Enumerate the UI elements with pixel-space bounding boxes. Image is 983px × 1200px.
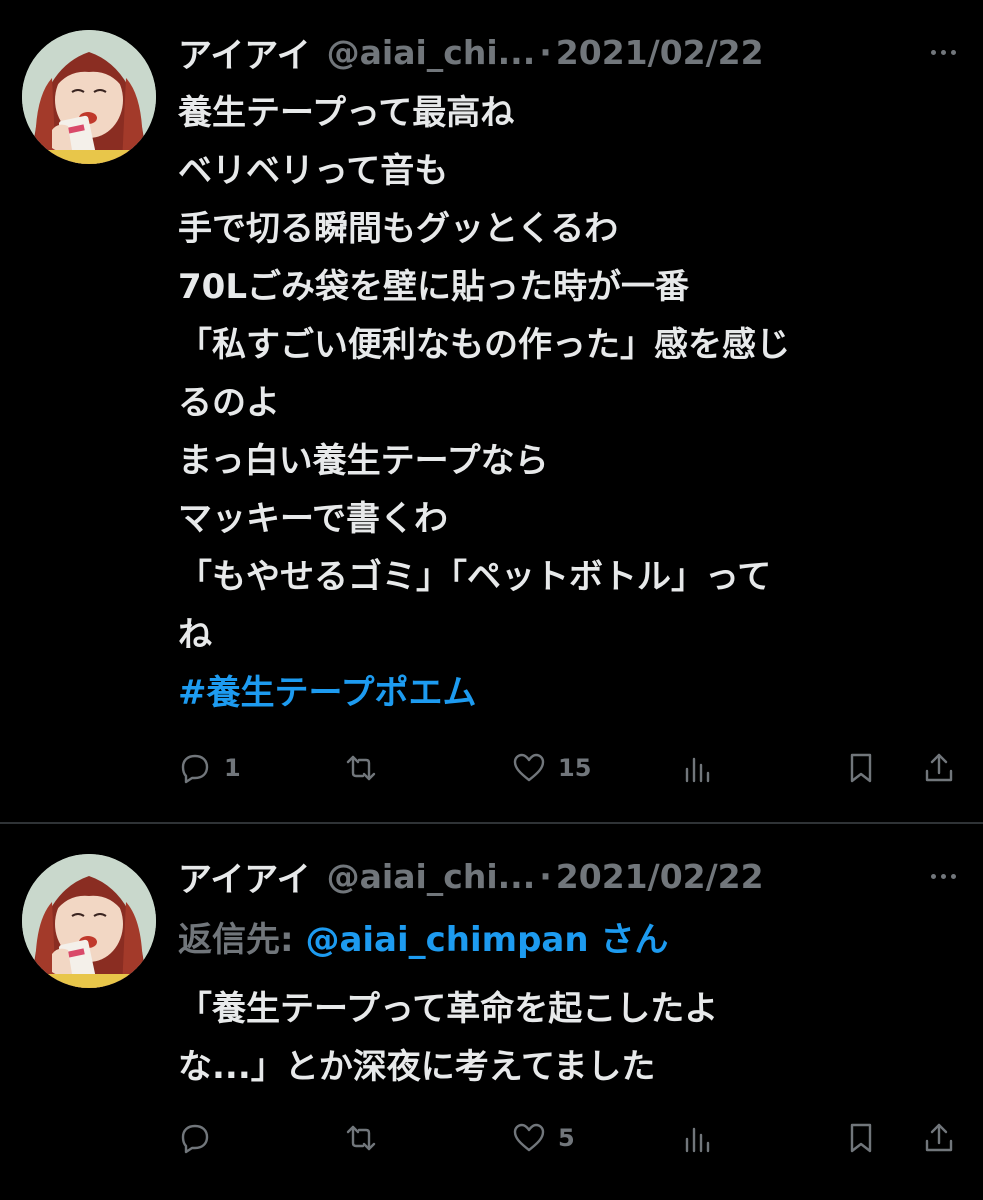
- bookmark-button[interactable]: [844, 1116, 878, 1160]
- tweet[interactable]: アイアイ @aiai_chi... · 2021/02/22 返信先: @aia…: [0, 824, 983, 1200]
- text-line: ベリベリって音も: [178, 151, 449, 191]
- tweet-header: アイアイ @aiai_chi... · 2021/02/22: [178, 852, 764, 901]
- text-line: 手で切る瞬間もグッとくるわ: [178, 209, 619, 249]
- reply-to-suffix: さん: [588, 920, 669, 960]
- more-icon[interactable]: [925, 858, 961, 894]
- views-icon: [685, 757, 710, 783]
- text-line: マッキーで書くわ: [178, 499, 448, 539]
- like-button[interactable]: 15: [512, 746, 591, 790]
- text-line: な...」とか深夜に考えてました: [178, 1047, 656, 1087]
- reply-button[interactable]: 1: [178, 746, 241, 790]
- bookmark-icon: [850, 1123, 872, 1153]
- hashtag-link[interactable]: #養生テープポエム: [178, 664, 963, 722]
- views-icon: [685, 1127, 710, 1153]
- tweet-date[interactable]: 2021/02/22: [556, 33, 764, 72]
- text-line: まっ白い養生テープなら: [178, 441, 549, 481]
- views-button[interactable]: [680, 746, 714, 790]
- separator: ·: [539, 32, 552, 72]
- text-line: ね: [178, 615, 212, 655]
- reply-to-label: 返信先:: [178, 920, 306, 960]
- bookmark-icon: [850, 753, 872, 783]
- text-line: るのよ: [178, 383, 280, 423]
- reply-to: 返信先: @aiai_chimpan さん: [178, 912, 668, 961]
- text-line: 70Lごみ袋を壁に貼った時が一番: [178, 267, 689, 307]
- text-line: 「私すごい便利なもの作った」感を感じ: [178, 325, 790, 365]
- avatar-illustration: [22, 854, 156, 988]
- tweet-header: アイアイ @aiai_chi... · 2021/02/22: [178, 28, 764, 77]
- share-button[interactable]: [922, 746, 956, 790]
- reply-count: 1: [224, 754, 241, 782]
- text-line: 「もやせるゴミ」「ペットボトル」って: [178, 557, 772, 597]
- share-icon: [925, 1123, 953, 1152]
- reply-to-mention[interactable]: @aiai_chimpan: [305, 920, 588, 960]
- user-handle[interactable]: @aiai_chi...: [327, 33, 536, 72]
- like-icon: [513, 1123, 545, 1152]
- text-line: 「養生テープって革命を起こしたよ: [178, 989, 719, 1029]
- more-icon[interactable]: [925, 34, 961, 70]
- bookmark-button[interactable]: [844, 746, 878, 790]
- user-handle[interactable]: @aiai_chi...: [327, 857, 536, 896]
- views-button[interactable]: [680, 1116, 714, 1160]
- like-count: 5: [558, 1124, 575, 1152]
- retweet-icon: [346, 1125, 376, 1151]
- tweet-text: 養生テープって最高ね ベリベリって音も手で切る瞬間もグッとくるわ 70Lごみ袋を壁に…: [178, 84, 963, 722]
- like-button[interactable]: 5: [512, 1116, 575, 1160]
- display-name[interactable]: アイアイ: [178, 28, 311, 77]
- tweet-actions: 1 15: [178, 746, 968, 790]
- like-icon: [513, 753, 545, 782]
- tweet-actions: 5: [178, 1116, 968, 1160]
- like-count: 15: [558, 754, 592, 782]
- retweet-button[interactable]: [344, 1116, 378, 1160]
- reply-icon: [181, 754, 209, 784]
- share-button[interactable]: [922, 1116, 956, 1160]
- avatar[interactable]: [22, 854, 156, 988]
- retweet-icon: [346, 755, 376, 781]
- tweet[interactable]: アイアイ @aiai_chi... · 2021/02/22 養生テープって最高…: [0, 0, 983, 822]
- retweet-button[interactable]: [344, 746, 378, 790]
- tweet-text: 「養生テープって革命を起こしたよ な...」とか深夜に考えてました: [178, 980, 963, 1096]
- tweet-date[interactable]: 2021/02/22: [556, 857, 764, 896]
- avatar-illustration: [22, 30, 156, 164]
- text-line: 養生テープって最高ね: [178, 93, 515, 133]
- separator: ·: [539, 856, 552, 896]
- avatar[interactable]: [22, 30, 156, 164]
- display-name[interactable]: アイアイ: [178, 852, 311, 901]
- share-icon: [925, 753, 953, 782]
- reply-button[interactable]: [178, 1116, 212, 1160]
- reply-icon: [181, 1124, 209, 1154]
